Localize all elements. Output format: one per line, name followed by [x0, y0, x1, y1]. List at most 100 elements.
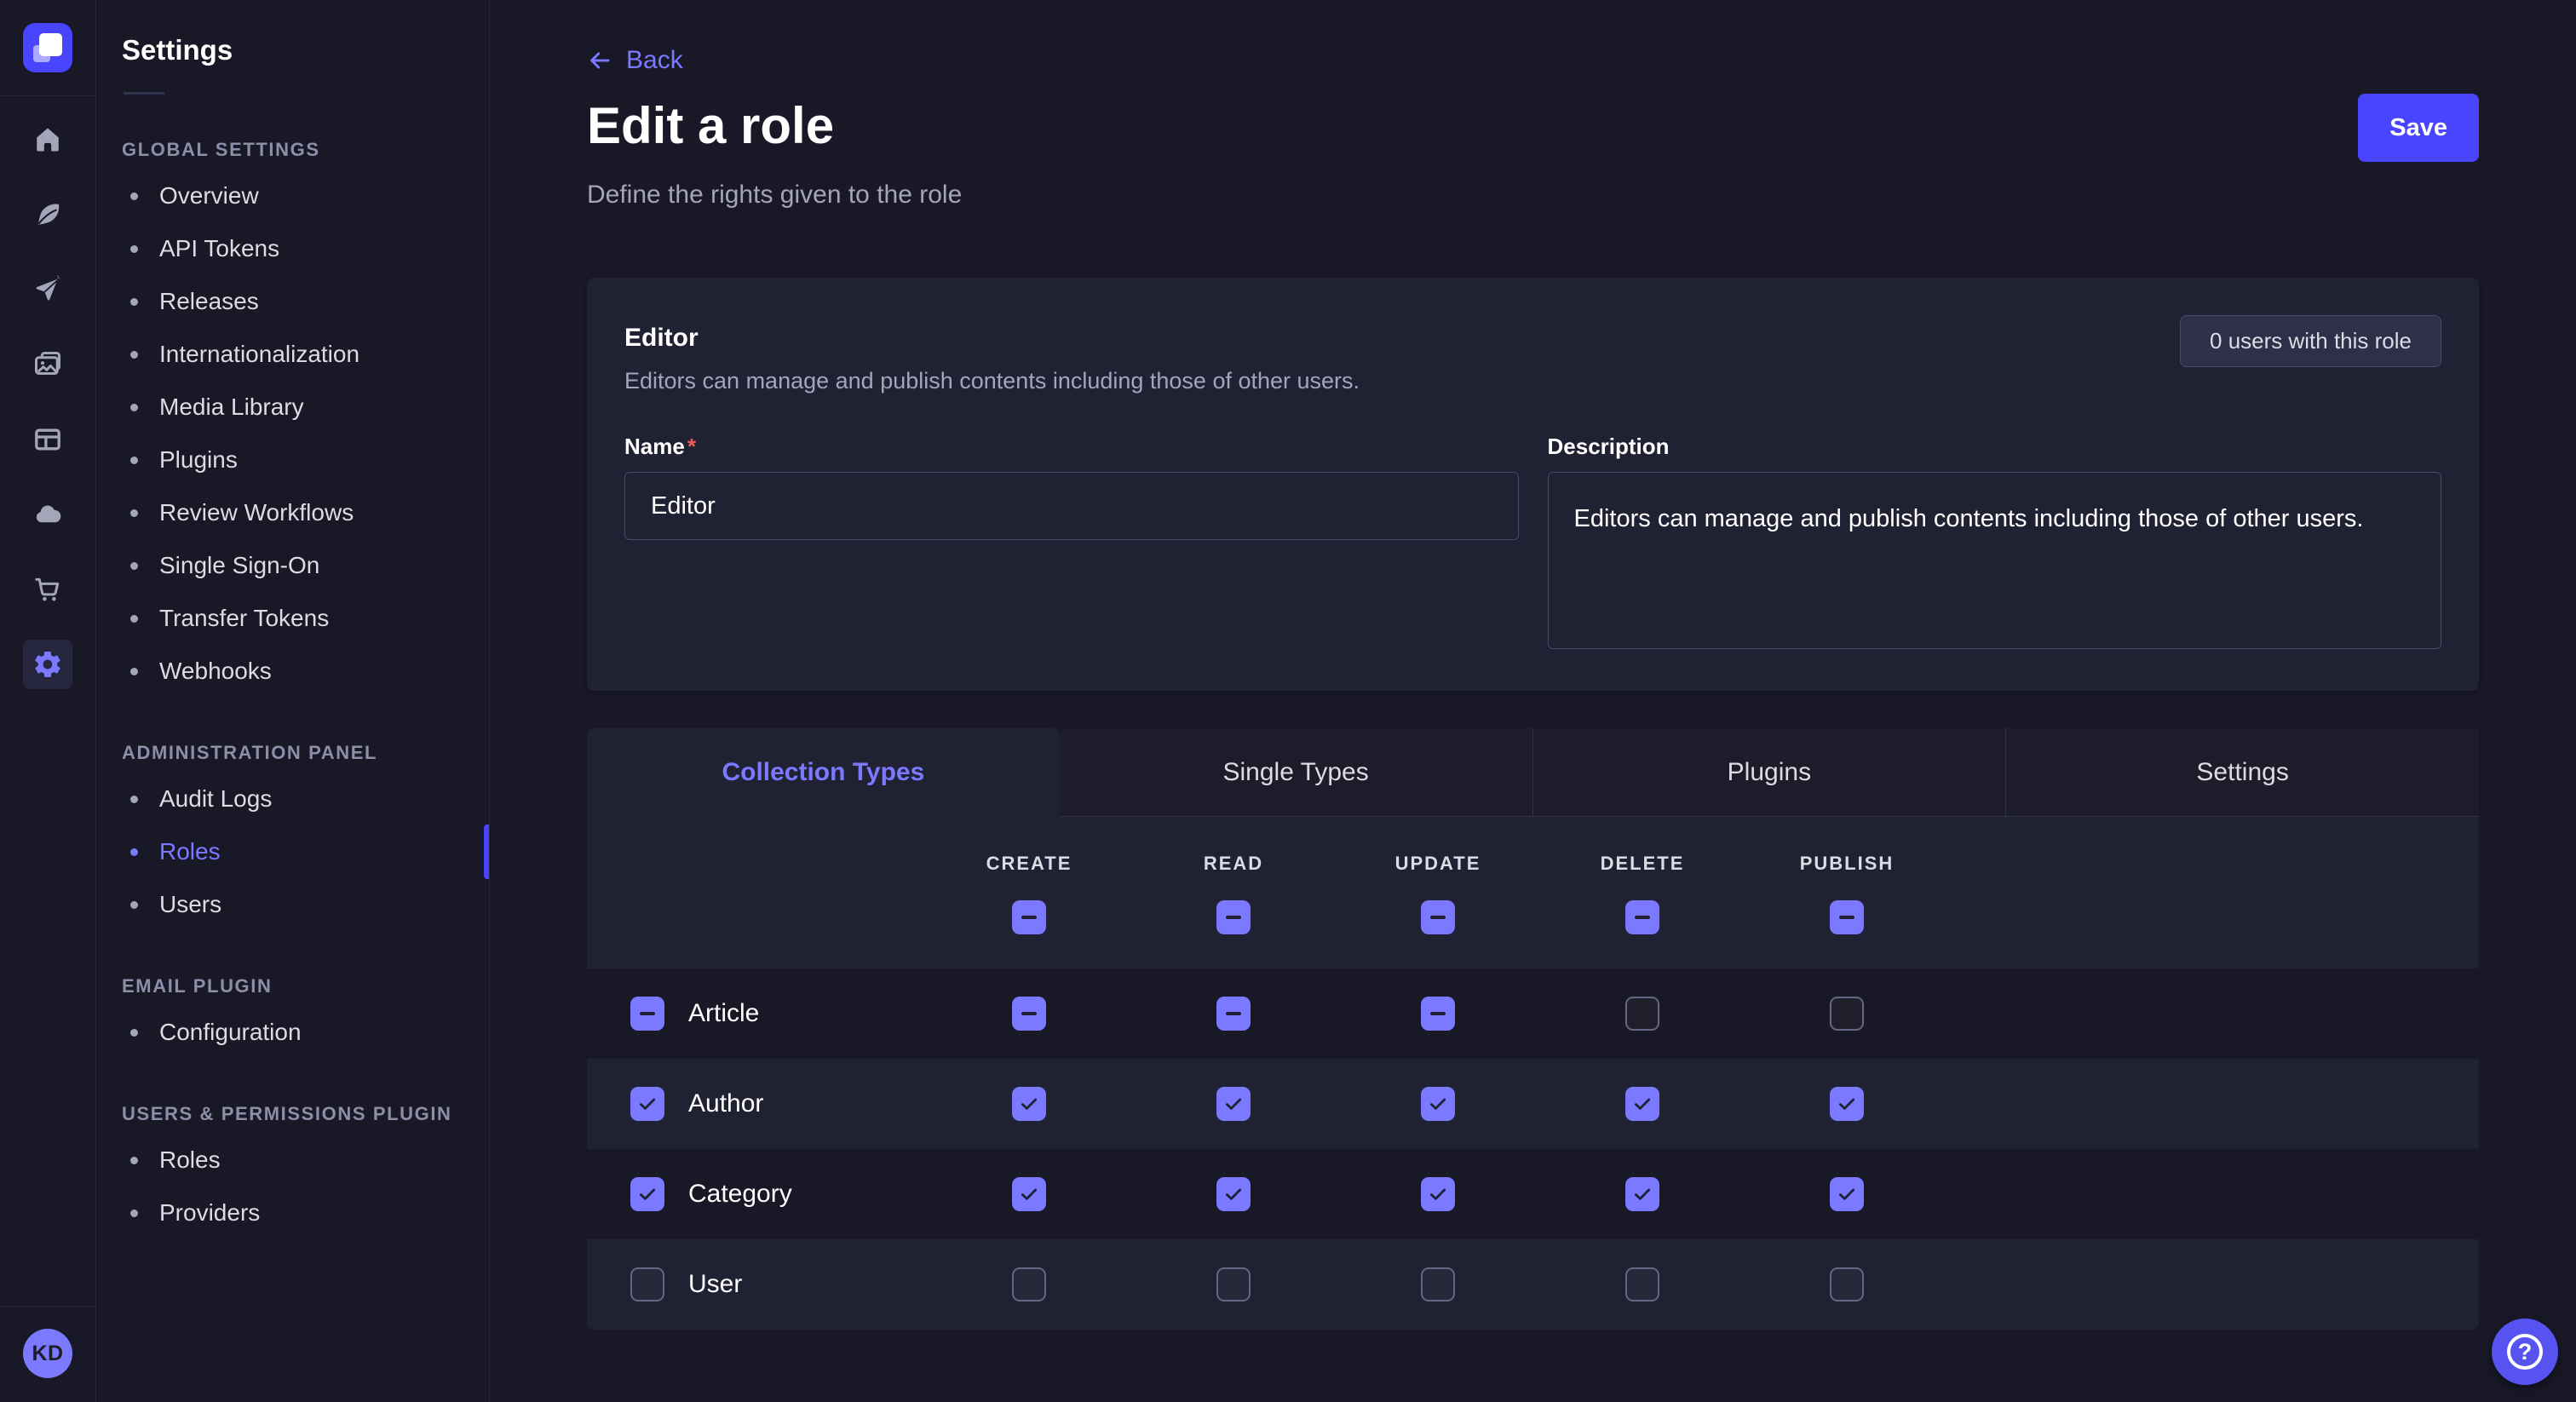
permission-cell: [927, 997, 1131, 1031]
bullet-icon: [130, 298, 138, 306]
rail-button-settings-gear-icon[interactable]: [23, 640, 72, 689]
checkbox-author-read[interactable]: [1216, 1087, 1251, 1121]
permission-cell: [1745, 997, 1949, 1031]
sidebar-item-transfer-tokens[interactable]: Transfer Tokens: [96, 592, 489, 645]
sidebar-item-overview[interactable]: Overview: [96, 170, 489, 222]
tab-settings[interactable]: Settings: [2005, 728, 2479, 817]
save-button[interactable]: Save: [2358, 94, 2479, 162]
rail-button-media-pictures-icon[interactable]: [23, 340, 72, 389]
sidebar-item-providers[interactable]: Providers: [96, 1187, 489, 1239]
sidebar-item-configuration[interactable]: Configuration: [96, 1006, 489, 1059]
check-icon: [1836, 1093, 1858, 1115]
name-field-group: Name*: [624, 434, 1519, 653]
checkbox-user-publish[interactable]: [1830, 1267, 1864, 1301]
sidebar-item-webhooks[interactable]: Webhooks: [96, 645, 489, 698]
rail-button-feather-icon[interactable]: [23, 190, 72, 239]
permission-cell: [927, 1267, 1131, 1301]
checkbox-article-create[interactable]: [1012, 997, 1046, 1031]
select-row-category-checkbox[interactable]: [630, 1177, 664, 1211]
sidebar-item-label: Review Workflows: [159, 499, 354, 526]
permission-row-user: User: [587, 1239, 2479, 1330]
sidebar-item-audit-logs[interactable]: Audit Logs: [96, 773, 489, 825]
permission-row-article: Article: [587, 968, 2479, 1059]
select-row-article-checkbox[interactable]: [630, 997, 664, 1031]
checkbox-article-delete[interactable]: [1625, 997, 1659, 1031]
rail-footer: KD: [0, 1306, 95, 1402]
rail-button-paper-plane-icon[interactable]: [23, 265, 72, 314]
description-field-label: Description: [1548, 434, 1670, 459]
sidebar-item-single-sign-on[interactable]: Single Sign-On: [96, 539, 489, 592]
checkbox-category-create[interactable]: [1012, 1177, 1046, 1211]
checkbox-category-delete[interactable]: [1625, 1177, 1659, 1211]
select-all-read-checkbox[interactable]: [1216, 900, 1251, 934]
rail-button-cloud-icon[interactable]: [23, 490, 72, 539]
sidebar-item-releases[interactable]: Releases: [96, 275, 489, 328]
sidebar-item-plugins[interactable]: Plugins: [96, 434, 489, 486]
checkbox-user-read[interactable]: [1216, 1267, 1251, 1301]
select-all-create-checkbox[interactable]: [1012, 900, 1046, 934]
checkbox-author-delete[interactable]: [1625, 1087, 1659, 1121]
check-icon: [1018, 1093, 1040, 1115]
sidebar-item-review-workflows[interactable]: Review Workflows: [96, 486, 489, 539]
permission-cell: [927, 1087, 1131, 1121]
sidebar-item-roles[interactable]: Roles: [96, 825, 489, 878]
role-name-input[interactable]: [624, 472, 1519, 540]
select-row-author-checkbox[interactable]: [630, 1087, 664, 1121]
sidebar-title: Settings: [122, 34, 489, 66]
checkbox-category-read[interactable]: [1216, 1177, 1251, 1211]
permission-cell: [1336, 1267, 1540, 1301]
sidebar-item-internationalization[interactable]: Internationalization: [96, 328, 489, 381]
row-lead-cell: User: [587, 1267, 927, 1301]
checkbox-category-publish[interactable]: [1830, 1177, 1864, 1211]
sidebar-section-global-settings: GLOBAL SETTINGSOverviewAPI TokensRelease…: [96, 139, 489, 698]
bullet-icon: [130, 796, 138, 803]
checkbox-article-update[interactable]: [1421, 997, 1455, 1031]
avatar[interactable]: KD: [23, 1329, 72, 1378]
select-all-delete-checkbox[interactable]: [1625, 900, 1659, 934]
help-button[interactable]: ?: [2492, 1319, 2558, 1385]
layout-icon: [32, 424, 63, 455]
select-row-user-checkbox[interactable]: [630, 1267, 664, 1301]
checkbox-author-create[interactable]: [1012, 1087, 1046, 1121]
checkbox-article-read[interactable]: [1216, 997, 1251, 1031]
permission-cell: [1336, 1087, 1540, 1121]
checkbox-article-publish[interactable]: [1830, 997, 1864, 1031]
strapi-logo[interactable]: [23, 23, 72, 72]
sidebar-item-users[interactable]: Users: [96, 878, 489, 931]
checkbox-author-update[interactable]: [1421, 1087, 1455, 1121]
role-description-textarea[interactable]: Editors can manage and publish contents …: [1548, 472, 2442, 649]
row-label: Category: [688, 1180, 792, 1209]
rail-button-cart-icon[interactable]: [23, 565, 72, 614]
role-fields: Name* Description Editors can manage and…: [624, 434, 2441, 653]
sidebar-item-media-library[interactable]: Media Library: [96, 381, 489, 434]
main-nav-rail: KD: [0, 0, 96, 1402]
tab-collection-types[interactable]: Collection Types: [587, 728, 1060, 817]
sidebar-item-roles[interactable]: Roles: [96, 1134, 489, 1187]
checkbox-user-delete[interactable]: [1625, 1267, 1659, 1301]
bullet-icon: [130, 192, 138, 200]
permission-cell: [1131, 1087, 1336, 1121]
sidebar-item-label: Users: [159, 891, 221, 918]
select-all-update-checkbox[interactable]: [1421, 900, 1455, 934]
permissions-panel: CREATEREADUPDATEDELETEPUBLISH ArticleAut…: [587, 817, 2479, 1330]
rail-button-layout-icon[interactable]: [23, 415, 72, 464]
users-with-role-button[interactable]: 0 users with this role: [2180, 315, 2441, 367]
row-lead-cell: Author: [587, 1087, 927, 1121]
tab-plugins[interactable]: Plugins: [1532, 728, 2006, 817]
permission-cell: [1540, 1267, 1745, 1301]
permission-cell: [1131, 1267, 1336, 1301]
row-lead-cell: Article: [587, 997, 927, 1031]
checkbox-user-update[interactable]: [1421, 1267, 1455, 1301]
rail-button-home-icon[interactable]: [23, 115, 72, 164]
bullet-icon: [130, 245, 138, 253]
sidebar-item-api-tokens[interactable]: API Tokens: [96, 222, 489, 275]
tab-single-types[interactable]: Single Types: [1060, 728, 1532, 817]
checkbox-category-update[interactable]: [1421, 1177, 1455, 1211]
checkbox-author-publish[interactable]: [1830, 1087, 1864, 1121]
permission-cell: [1540, 1087, 1745, 1121]
back-link[interactable]: Back: [587, 46, 683, 75]
checkbox-user-create[interactable]: [1012, 1267, 1046, 1301]
select-all-publish-checkbox[interactable]: [1830, 900, 1864, 934]
permission-cell: [1745, 1177, 1949, 1211]
sidebar-sections: GLOBAL SETTINGSOverviewAPI TokensRelease…: [96, 139, 489, 1239]
